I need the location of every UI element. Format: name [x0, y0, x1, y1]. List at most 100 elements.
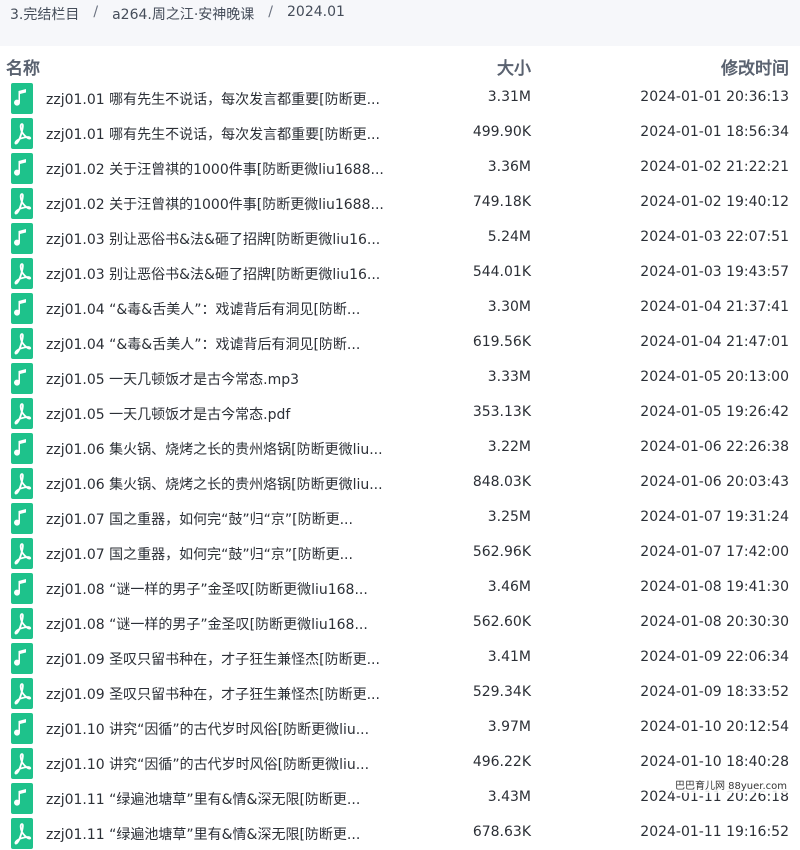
- file-size: 3.43M: [487, 789, 531, 805]
- file-size: 544.01K: [472, 264, 531, 280]
- file-name[interactable]: zzj01.07 国之重器，如何完“鼓”归“京”[防断更...: [46, 509, 401, 529]
- pdf-file-icon: [11, 328, 33, 359]
- file-size: 496.22K: [472, 754, 531, 770]
- file-size: 3.30M: [487, 299, 531, 315]
- breadcrumb-item-root[interactable]: 3.完结栏目: [10, 4, 79, 24]
- file-modified-time: 2024-01-04 21:47:01: [640, 334, 789, 350]
- breadcrumb-item-folder[interactable]: a264.周之江·安神晚课: [112, 4, 254, 24]
- file-name[interactable]: zzj01.02 关于汪曾祺的1000件事[防断更微liu1688...: [46, 194, 401, 214]
- audio-file-icon: [11, 503, 33, 534]
- pdf-file-icon: [11, 748, 33, 779]
- audio-file-icon: [11, 293, 33, 324]
- file-size: 619.56K: [472, 334, 531, 350]
- file-name[interactable]: zzj01.06 集火锅、烧烤之长的贵州烙锅[防断更微liu...: [46, 474, 401, 494]
- file-row[interactable]: zzj01.09 圣叹只留书种在，才子狂生兼怪杰[防断更... 3.41M 2024…: [0, 641, 800, 676]
- file-row[interactable]: zzj01.04 “&毒&舌美人”：戏谑背后有洞见[防断... 619.56K 20…: [0, 326, 800, 361]
- file-modified-time: 2024-01-06 22:26:38: [640, 439, 789, 455]
- audio-file-icon: [11, 783, 33, 814]
- file-name[interactable]: zzj01.01 哪有先生不说话，每次发言都重要[防断更...: [46, 89, 401, 109]
- file-size: 499.90K: [472, 124, 531, 140]
- column-header-size[interactable]: 大小: [497, 54, 531, 79]
- file-modified-time: 2024-01-10 20:12:54: [640, 719, 789, 735]
- file-row[interactable]: zzj01.01 哪有先生不说话，每次发言都重要[防断更... 499.90K 20…: [0, 116, 800, 151]
- pdf-file-icon: [11, 468, 33, 499]
- file-size: 678.63K: [472, 824, 531, 840]
- file-name[interactable]: zzj01.01 哪有先生不说话，每次发言都重要[防断更...: [46, 124, 401, 144]
- file-modified-time: 2024-01-02 19:40:12: [640, 194, 789, 210]
- file-row[interactable]: zzj01.03 别让恶俗书&法&砸了招牌[防断更微liu16... 5.24M 2…: [0, 221, 800, 256]
- file-modified-time: 2024-01-08 19:41:30: [640, 579, 789, 595]
- file-name[interactable]: zzj01.03 别让恶俗书&法&砸了招牌[防断更微liu16...: [46, 264, 401, 284]
- file-name[interactable]: zzj01.08 “谜一样的男子”金圣叹[防断更微liu168...: [46, 579, 401, 599]
- pdf-file-icon: [11, 188, 33, 219]
- file-row[interactable]: zzj01.01 哪有先生不说话，每次发言都重要[防断更... 3.31M 2024…: [0, 81, 800, 116]
- file-row[interactable]: zzj01.04 “&毒&舌美人”：戏谑背后有洞见[防断... 3.30M 2024…: [0, 291, 800, 326]
- file-size: 353.13K: [472, 404, 531, 420]
- file-name[interactable]: zzj01.11 “绿遍池塘草”里有&情&深无限[防断更...: [46, 789, 401, 809]
- file-row[interactable]: zzj01.08 “谜一样的男子”金圣叹[防断更微liu168... 3.46M 2…: [0, 571, 800, 606]
- file-size: 3.33M: [487, 369, 531, 385]
- file-name[interactable]: zzj01.03 别让恶俗书&法&砸了招牌[防断更微liu16...: [46, 229, 401, 249]
- file-modified-time: 2024-01-05 19:26:42: [640, 404, 789, 420]
- file-name[interactable]: zzj01.10 讲究“因循”的古代岁时风俗[防断更微liu...: [46, 754, 401, 774]
- audio-file-icon: [11, 363, 33, 394]
- file-list: zzj01.01 哪有先生不说话，每次发言都重要[防断更... 3.31M 2024…: [0, 81, 800, 850]
- pdf-file-icon: [11, 398, 33, 429]
- file-name[interactable]: zzj01.04 “&毒&舌美人”：戏谑背后有洞见[防断...: [46, 299, 401, 319]
- file-row[interactable]: zzj01.10 讲究“因循”的古代岁时风俗[防断更微liu... 3.97M 20…: [0, 711, 800, 746]
- file-name[interactable]: zzj01.10 讲究“因循”的古代岁时风俗[防断更微liu...: [46, 719, 401, 739]
- file-modified-time: 2024-01-01 18:56:34: [640, 124, 789, 140]
- pdf-file-icon: [11, 258, 33, 289]
- file-name[interactable]: zzj01.05 一天几顿饭才是古今常态.pdf: [46, 404, 401, 424]
- file-modified-time: 2024-01-09 22:06:34: [640, 649, 789, 665]
- file-row[interactable]: zzj01.05 一天几顿饭才是古今常态.mp3 3.33M 2024-01-05 …: [0, 361, 800, 396]
- file-modified-time: 2024-01-10 18:40:28: [640, 754, 789, 770]
- file-modified-time: 2024-01-03 22:07:51: [640, 229, 789, 245]
- file-modified-time: 2024-01-04 21:37:41: [640, 299, 789, 315]
- file-size: 3.97M: [487, 719, 531, 735]
- pdf-file-icon: [11, 538, 33, 569]
- breadcrumb-separator: /: [268, 4, 273, 20]
- file-row[interactable]: zzj01.08 “谜一样的男子”金圣叹[防断更微liu168... 562.60…: [0, 606, 800, 641]
- file-row[interactable]: zzj01.05 一天几顿饭才是古今常态.pdf 353.13K 2024-01-0…: [0, 396, 800, 431]
- file-name[interactable]: zzj01.09 圣叹只留书种在，才子狂生兼怪杰[防断更...: [46, 649, 401, 669]
- file-row[interactable]: zzj01.09 圣叹只留书种在，才子狂生兼怪杰[防断更... 529.34K 20…: [0, 676, 800, 711]
- file-name[interactable]: zzj01.02 关于汪曾祺的1000件事[防断更微liu1688...: [46, 159, 401, 179]
- breadcrumb-item-current[interactable]: 2024.01: [287, 4, 345, 20]
- column-header-name[interactable]: 名称: [6, 54, 40, 79]
- watermark: 巴巴育儿网 88yuer.com: [671, 776, 790, 793]
- file-name[interactable]: zzj01.11 “绿遍池塘草”里有&情&深无限[防断更...: [46, 824, 401, 844]
- file-modified-time: 2024-01-03 19:43:57: [640, 264, 789, 280]
- file-row[interactable]: zzj01.06 集火锅、烧烤之长的贵州烙锅[防断更微liu... 848.03K…: [0, 466, 800, 501]
- file-row[interactable]: zzj01.07 国之重器，如何完“鼓”归“京”[防断更... 562.96K 20…: [0, 536, 800, 571]
- file-name[interactable]: zzj01.08 “谜一样的男子”金圣叹[防断更微liu168...: [46, 614, 401, 634]
- file-name[interactable]: zzj01.04 “&毒&舌美人”：戏谑背后有洞见[防断...: [46, 334, 401, 354]
- file-row[interactable]: zzj01.03 别让恶俗书&法&砸了招牌[防断更微liu16... 544.01…: [0, 256, 800, 291]
- file-name[interactable]: zzj01.09 圣叹只留书种在，才子狂生兼怪杰[防断更...: [46, 684, 401, 704]
- pdf-file-icon: [11, 678, 33, 709]
- file-size: 848.03K: [472, 474, 531, 490]
- file-list-header: 名称 大小 修改时间: [0, 52, 800, 82]
- file-row[interactable]: zzj01.11 “绿遍池塘草”里有&情&深无限[防断更... 678.63K 20…: [0, 816, 800, 850]
- breadcrumb-separator: /: [93, 4, 99, 20]
- file-modified-time: 2024-01-05 20:13:00: [640, 369, 789, 385]
- column-header-modified-time[interactable]: 修改时间: [721, 54, 789, 79]
- file-row[interactable]: zzj01.07 国之重器，如何完“鼓”归“京”[防断更... 3.25M 2024…: [0, 501, 800, 536]
- file-size: 3.31M: [487, 89, 531, 105]
- file-size: 3.36M: [487, 159, 531, 175]
- file-size: 3.46M: [487, 579, 531, 595]
- file-size: 529.34K: [472, 684, 531, 700]
- file-name[interactable]: zzj01.05 一天几顿饭才是古今常态.mp3: [46, 369, 401, 389]
- pdf-file-icon: [11, 608, 33, 639]
- file-size: 3.25M: [487, 509, 531, 525]
- file-name[interactable]: zzj01.06 集火锅、烧烤之长的贵州烙锅[防断更微liu...: [46, 439, 401, 459]
- file-row[interactable]: zzj01.02 关于汪曾祺的1000件事[防断更微liu1688... 749.…: [0, 186, 800, 221]
- file-size: 749.18K: [472, 194, 531, 210]
- file-size: 5.24M: [487, 229, 531, 245]
- file-row[interactable]: zzj01.02 关于汪曾祺的1000件事[防断更微liu1688... 3.36…: [0, 151, 800, 186]
- audio-file-icon: [11, 223, 33, 254]
- pdf-file-icon: [11, 818, 33, 849]
- pdf-file-icon: [11, 118, 33, 149]
- file-row[interactable]: zzj01.06 集火锅、烧烤之长的贵州烙锅[防断更微liu... 3.22M 20…: [0, 431, 800, 466]
- file-name[interactable]: zzj01.07 国之重器，如何完“鼓”归“京”[防断更...: [46, 544, 401, 564]
